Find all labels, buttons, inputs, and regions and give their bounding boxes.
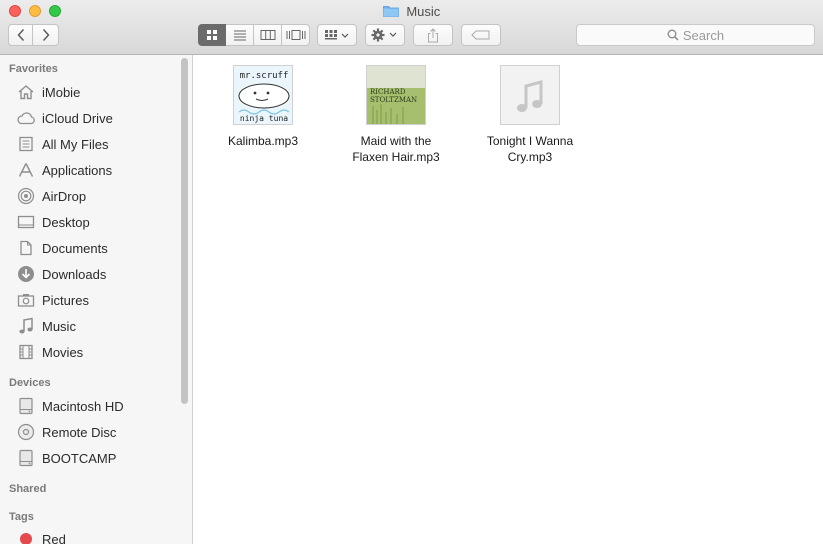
- documents-icon: [16, 239, 36, 257]
- applications-icon: [16, 161, 36, 179]
- finder-window: Music Search Favorites iMobie iCloud Dri…: [0, 0, 823, 544]
- sidebar-item-label: Music: [42, 318, 76, 334]
- downloads-icon: [16, 265, 36, 283]
- forward-button[interactable]: [33, 24, 59, 46]
- album-art-text-bottom: STOLTZMAN: [370, 96, 417, 104]
- share-button[interactable]: [413, 24, 453, 46]
- search-icon: [667, 29, 679, 41]
- sidebar-item-all-my-files[interactable]: All My Files: [16, 133, 108, 155]
- arrange-button[interactable]: [317, 24, 357, 46]
- album-art-text-bottom: ninja tuna: [240, 114, 288, 123]
- view-mode-control: [198, 24, 310, 46]
- home-icon: [16, 83, 36, 101]
- list-view-button[interactable]: [226, 24, 254, 46]
- sidebar-item-label: Movies: [42, 344, 84, 360]
- file-item[interactable]: mr.scruff ninja tuna Kalimba.mp3: [208, 65, 318, 149]
- file-name: Tonight I Wanna Cry.mp3: [486, 134, 574, 164]
- sidebar-item-label: Red: [42, 531, 66, 544]
- disc-icon: [16, 423, 36, 441]
- album-art-text-top: RICHARD: [370, 88, 406, 96]
- sidebar-item-label: Pictures: [42, 292, 89, 308]
- sidebar-item-label: Applications: [42, 162, 113, 178]
- tags-header: Tags: [9, 511, 34, 523]
- file-grid: mr.scruff ninja tuna Kalimba.mp3 RICHARD…: [194, 55, 823, 544]
- film-icon: [16, 343, 36, 361]
- share-icon: [428, 27, 438, 42]
- hard-drive-icon: [16, 397, 36, 415]
- window-title: Music: [0, 4, 823, 20]
- cover-flow-icon: [286, 30, 305, 40]
- edit-tags-button[interactable]: [461, 24, 501, 46]
- file-item[interactable]: RICHARD STOLTZMAN Maid with the Flaxen H…: [341, 65, 451, 165]
- music-note-icon: [517, 80, 543, 112]
- gear-icon: [371, 28, 397, 42]
- sidebar-item-movies[interactable]: Movies: [16, 341, 83, 363]
- sidebar-item-macintosh-hd[interactable]: Macintosh HD: [16, 395, 124, 417]
- sidebar-scrollbar[interactable]: [181, 58, 188, 404]
- favorites-header: Favorites: [9, 63, 58, 75]
- file-name: Maid with the Flaxen Hair.mp3: [352, 134, 440, 164]
- sidebar-item-label: Desktop: [42, 214, 90, 230]
- sidebar-item-label: BOOTCAMP: [42, 450, 117, 466]
- shared-header: Shared: [9, 483, 47, 495]
- sidebar-item-label: iMobie: [42, 84, 81, 100]
- column-view-icon: [260, 30, 275, 40]
- back-button[interactable]: [8, 24, 33, 46]
- sidebar-item-label: Downloads: [42, 266, 107, 282]
- sidebar-item-desktop[interactable]: Desktop: [16, 211, 90, 233]
- list-view-icon: [233, 30, 246, 41]
- chevron-left-icon: [17, 29, 24, 41]
- airdrop-icon: [16, 187, 36, 205]
- cover-flow-view-button[interactable]: [282, 24, 310, 46]
- devices-header: Devices: [9, 377, 51, 389]
- folder-icon: [382, 6, 399, 17]
- column-view-button[interactable]: [254, 24, 282, 46]
- cloud-icon: [16, 109, 36, 127]
- generic-audio-thumbnail: [500, 65, 560, 125]
- file-name: Kalimba.mp3: [227, 134, 299, 148]
- sidebar-item-pictures[interactable]: Pictures: [16, 289, 89, 311]
- album-art-thumbnail: mr.scruff ninja tuna: [233, 65, 293, 125]
- sidebar-item-label: AirDrop: [42, 188, 87, 204]
- chevron-right-icon: [42, 29, 49, 41]
- window-title-label: Music: [406, 4, 441, 19]
- icon-view-button[interactable]: [198, 24, 226, 46]
- tag-icon: [471, 30, 490, 40]
- album-art-text-top: mr.scruff: [240, 71, 289, 81]
- hard-drive-icon: [16, 449, 36, 467]
- icon-view-icon: [207, 30, 217, 40]
- all-files-icon: [16, 135, 36, 153]
- search-placeholder: Search: [682, 27, 725, 43]
- sidebar-item-label: Macintosh HD: [42, 398, 124, 414]
- sidebar-item-documents[interactable]: Documents: [16, 237, 108, 259]
- action-button[interactable]: [365, 24, 405, 46]
- sidebar-item-label: iCloud Drive: [42, 110, 113, 126]
- sidebar-item-airdrop[interactable]: AirDrop: [16, 185, 86, 207]
- sidebar-item-label: Remote Disc: [42, 424, 117, 440]
- sidebar-item-label: All My Files: [42, 136, 109, 152]
- music-note-icon: [16, 317, 36, 335]
- red-tag-dot-icon: [16, 530, 36, 544]
- sidebar-item-music[interactable]: Music: [16, 315, 76, 337]
- sidebar-item-icloud-drive[interactable]: iCloud Drive: [16, 107, 113, 129]
- desktop-icon: [16, 213, 36, 231]
- sidebar-item-remote-disc[interactable]: Remote Disc: [16, 421, 116, 443]
- file-item[interactable]: Tonight I Wanna Cry.mp3: [475, 65, 585, 165]
- sidebar-item-downloads[interactable]: Downloads: [16, 263, 106, 285]
- sidebar-item-bootcamp[interactable]: BOOTCAMP: [16, 447, 116, 469]
- sidebar-item-label: Documents: [42, 240, 108, 256]
- search-field[interactable]: Search: [576, 24, 815, 46]
- sidebar-item-imobie[interactable]: iMobie: [16, 81, 80, 103]
- toolbar: Music Search: [0, 0, 823, 55]
- arrange-grid-icon: [325, 30, 349, 40]
- camera-icon: [16, 291, 36, 309]
- sidebar-tag-red[interactable]: Red: [16, 528, 66, 544]
- sidebar: Favorites iMobie iCloud Drive All My Fil…: [0, 55, 193, 544]
- album-art-thumbnail: RICHARD STOLTZMAN: [366, 65, 426, 125]
- sidebar-item-applications[interactable]: Applications: [16, 159, 112, 181]
